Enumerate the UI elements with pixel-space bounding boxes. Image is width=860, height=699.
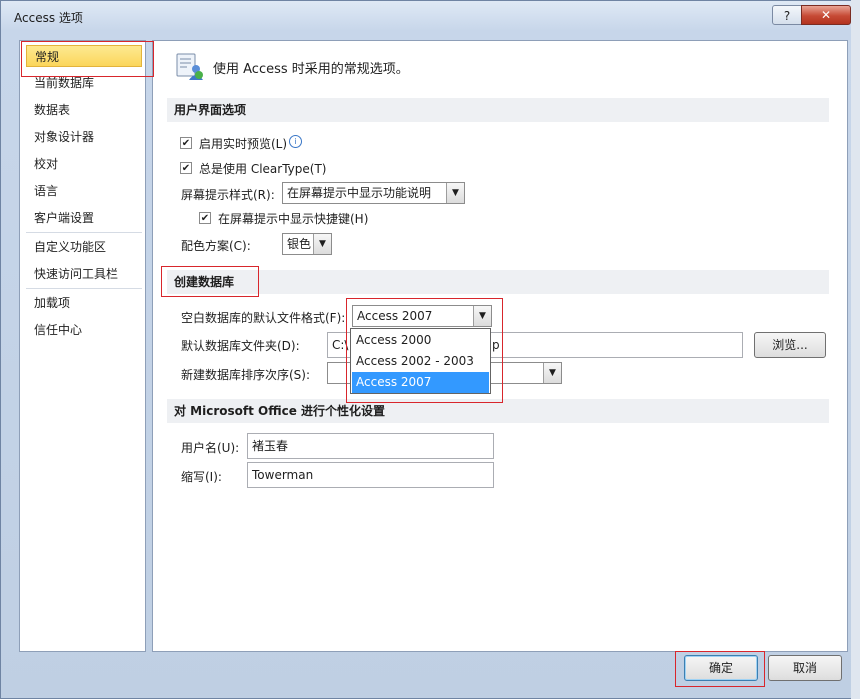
sidebar-item-add-ins[interactable]: 加载项 (26, 292, 142, 314)
live-preview-label[interactable]: 启用实时预览(L) (199, 135, 287, 152)
chevron-down-icon[interactable]: ▼ (446, 183, 464, 203)
sidebar-item-customize-ribbon[interactable]: 自定义功能区 (26, 236, 142, 258)
sidebar-separator (26, 288, 142, 289)
color-scheme-select[interactable]: 银色 ▼ (282, 233, 332, 255)
sidebar-item-client-settings[interactable]: 客户端设置 (26, 207, 142, 229)
page-header-text: 使用 Access 时采用的常规选项。 (213, 62, 409, 77)
window-title: Access 选项 (14, 11, 83, 25)
help-button[interactable]: ? (772, 5, 802, 25)
username-label: 用户名(U): (181, 441, 240, 455)
options-icon (175, 51, 205, 81)
close-button[interactable]: ✕ (801, 5, 851, 25)
annotation-highlight (346, 298, 503, 403)
chevron-down-icon[interactable]: ▼ (543, 363, 561, 383)
sidebar-separator (26, 232, 142, 233)
username-input[interactable]: 褚玉春 (247, 433, 494, 459)
color-scheme-value: 银色 (287, 237, 312, 251)
annotation-highlight (675, 651, 765, 687)
screentip-style-value: 在屏幕提示中显示功能说明 (287, 186, 432, 200)
default-format-label: 空白数据库的默认文件格式(F): (181, 311, 346, 325)
initials-input[interactable]: Towerman (247, 462, 494, 488)
sidebar-item-quick-access-toolbar[interactable]: 快速访问工具栏 (26, 263, 142, 285)
sidebar-item-proofing[interactable]: 校对 (26, 153, 142, 175)
info-icon[interactable]: i (289, 135, 302, 148)
cleartype-checkbox[interactable]: ✔ (180, 162, 192, 174)
screentip-style-select[interactable]: 在屏幕提示中显示功能说明 ▼ (282, 182, 465, 204)
cancel-button[interactable]: 取消 (768, 655, 842, 681)
section-ui-options: 用户界面选项 (167, 98, 829, 122)
screentip-style-label: 屏幕提示样式(R): (181, 188, 275, 202)
initials-label: 缩写(I): (181, 470, 222, 484)
show-shortcut-label[interactable]: 在屏幕提示中显示快捷键(H) (218, 210, 368, 227)
sidebar: 常规 当前数据库 数据表 对象设计器 校对 语言 客户端设置 自定义功能区 快速… (19, 40, 146, 652)
annotation-highlight (161, 266, 259, 297)
chevron-down-icon[interactable]: ▼ (313, 234, 331, 254)
cleartype-label[interactable]: 总是使用 ClearType(T) (199, 160, 326, 177)
sidebar-item-object-designers[interactable]: 对象设计器 (26, 126, 142, 148)
annotation-highlight (21, 41, 154, 77)
sort-order-label: 新建数据库排序次序(S): (181, 368, 311, 382)
show-shortcut-checkbox[interactable]: ✔ (199, 212, 211, 224)
live-preview-checkbox[interactable]: ✔ (180, 137, 192, 149)
section-create-database: 创建数据库 (167, 270, 829, 294)
window-edge (851, 0, 860, 699)
sidebar-item-language[interactable]: 语言 (26, 180, 142, 202)
color-scheme-label: 配色方案(C): (181, 239, 251, 253)
default-folder-label: 默认数据库文件夹(D): (181, 339, 300, 353)
sidebar-item-datasheet[interactable]: 数据表 (26, 99, 142, 121)
browse-button[interactable]: 浏览... (754, 332, 826, 358)
sidebar-item-trust-center[interactable]: 信任中心 (26, 319, 142, 341)
